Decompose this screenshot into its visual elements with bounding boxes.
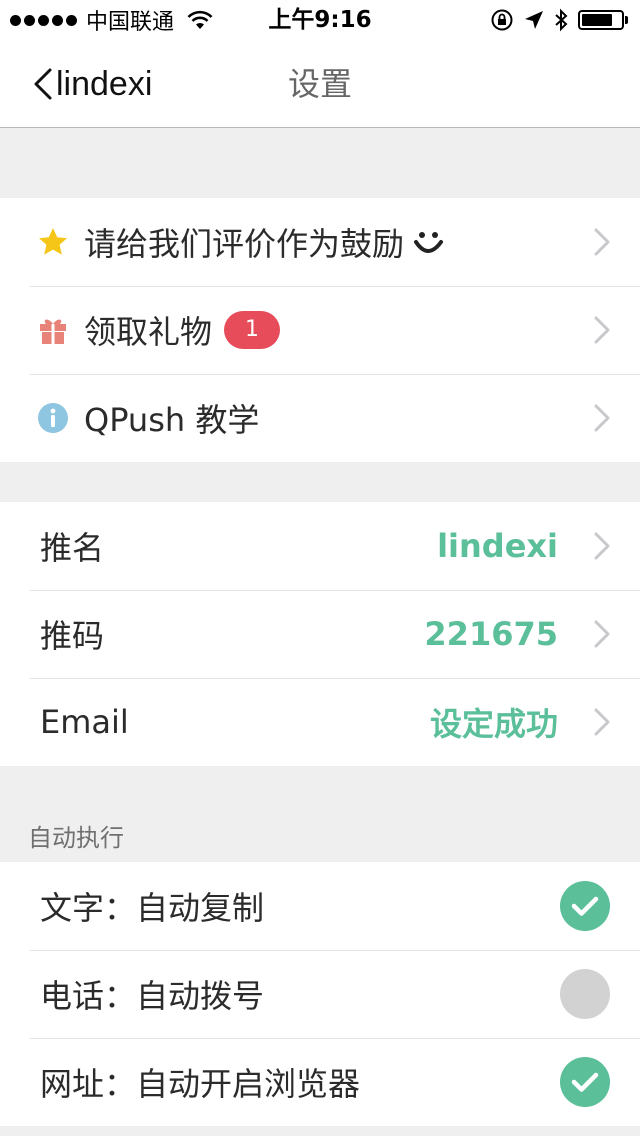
list-item-rate-us[interactable]: 请给我们评价作为鼓励	[0, 198, 640, 286]
push-name-value: lindexi	[437, 527, 558, 565]
auto-dial-phone-toggle[interactable]	[560, 969, 610, 1019]
list-item-email[interactable]: Email 设定成功	[0, 678, 640, 766]
push-code-value: 221675	[424, 615, 558, 653]
email-label: Email	[40, 703, 129, 741]
bluetooth-icon	[555, 8, 568, 32]
signal-strength-icon	[10, 14, 80, 26]
carrier-name: 中国联通	[86, 10, 175, 35]
email-status-value: 设定成功	[429, 705, 558, 743]
push-code-label: 推码	[40, 617, 105, 655]
auto-dial-phone-label: 电话：自动拨号	[40, 977, 265, 1015]
status-right	[480, 0, 628, 40]
status-left: 中国联通	[10, 0, 214, 40]
checkmark-icon	[571, 896, 599, 916]
status-bar: 中国联通 上午9:16	[0, 0, 640, 40]
settings-group-auto-execute: 文字：自动复制 电话：自动拨号 网址：自动开启浏览器	[0, 862, 640, 1126]
wifi-icon	[187, 10, 213, 29]
auto-open-browser-toggle[interactable]	[560, 1057, 610, 1107]
chevron-right-icon	[594, 708, 610, 736]
navigation-bar: lindexi 设置	[0, 40, 640, 128]
back-button-label: lindexi	[56, 64, 153, 103]
list-item-tutorial[interactable]: QPush 教学	[0, 374, 640, 462]
auto-copy-text-toggle[interactable]	[560, 881, 610, 931]
section-header-auto-execute: 自动执行	[28, 824, 124, 852]
auto-open-browser-label: 网址：自动开启浏览器	[40, 1065, 361, 1103]
push-name-label: 推名	[40, 529, 105, 567]
auto-copy-text-label: 文字：自动复制	[40, 889, 265, 927]
back-chevron-icon	[34, 68, 52, 100]
list-item-push-code[interactable]: 推码 221675	[0, 590, 640, 678]
settings-group-feedback: 请给我们评价作为鼓励 领取礼物 1 QPush 教学	[0, 198, 640, 462]
checkmark-icon	[571, 1072, 599, 1092]
info-icon	[37, 402, 69, 434]
chevron-right-icon	[594, 404, 610, 432]
chevron-right-icon	[594, 620, 610, 648]
rate-us-label: 请给我们评价作为鼓励	[84, 219, 444, 265]
get-gift-label: 领取礼物 1	[84, 307, 281, 353]
chevron-right-icon	[594, 228, 610, 256]
notification-badge: 1	[224, 311, 281, 349]
chevron-right-icon	[594, 532, 610, 560]
star-icon	[37, 226, 69, 258]
location-arrow-icon	[525, 11, 543, 29]
list-item-get-gift[interactable]: 领取礼物 1	[0, 286, 640, 374]
smiley-icon	[414, 232, 444, 253]
tutorial-label: QPush 教学	[84, 401, 260, 439]
settings-group-account: 推名 lindexi 推码 221675 Email 设定成功	[0, 502, 640, 766]
battery-icon	[578, 10, 628, 30]
list-item-auto-copy-text: 文字：自动复制	[0, 862, 640, 950]
back-button[interactable]: lindexi	[32, 40, 152, 128]
list-item-push-name[interactable]: 推名 lindexi	[0, 502, 640, 590]
chevron-right-icon	[594, 316, 610, 344]
gift-icon	[37, 314, 69, 346]
rotation-lock-icon	[491, 9, 513, 31]
list-item-auto-open-browser: 网址：自动开启浏览器	[0, 1038, 640, 1126]
list-item-auto-dial-phone: 电话：自动拨号	[0, 950, 640, 1038]
